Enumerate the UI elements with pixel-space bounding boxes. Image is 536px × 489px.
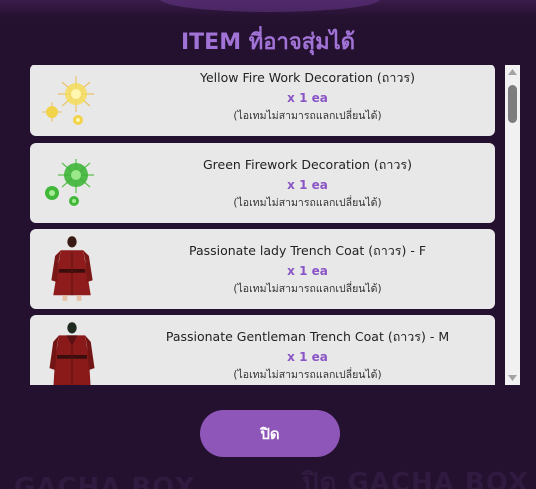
- close-button[interactable]: ปิด: [200, 410, 340, 457]
- scroll-down-arrow-icon[interactable]: [505, 371, 520, 385]
- background-top: [0, 0, 536, 18]
- item-quantity: x 1 ea: [287, 178, 328, 192]
- item-quantity: x 1 ea: [287, 264, 328, 278]
- yellow-firework-icon: [42, 76, 94, 125]
- lady-trench-coat-icon: [51, 236, 93, 301]
- item-note: (ไอเทมไม่สามารถแลกเปลี่ยนได้): [233, 283, 382, 295]
- ghost-text-right: ปิด GACHA BOX: [302, 468, 529, 489]
- scroll-thumb[interactable]: [508, 85, 517, 123]
- list-item: Passionate lady Trench Coat (ถาวร) - F x…: [30, 229, 495, 309]
- item-list[interactable]: Yellow Fire Work Decoration (ถาวร) x 1 e…: [30, 65, 502, 385]
- ghost-text-left: GACHA BOX: [14, 473, 196, 489]
- list-item: Yellow Fire Work Decoration (ถาวร) x 1 e…: [30, 65, 495, 136]
- gentleman-trench-coat-icon: [49, 322, 95, 385]
- item-note: (ไอเทมไม่สามารถแลกเปลี่ยนได้): [233, 197, 382, 209]
- item-note: (ไอเทมไม่สามารถแลกเปลี่ยนได้): [233, 369, 382, 381]
- background-glow: [160, 0, 380, 12]
- background-bottom: GACHA BOX ปิด GACHA BOX: [0, 461, 536, 489]
- modal-title: ITEM ที่อาจสุ่มได้: [180, 30, 355, 55]
- item-note: (ไอเทมไม่สามารถแลกเปลี่ยนได้): [233, 110, 382, 122]
- item-name: Green Firework Decoration (ถาวร): [203, 157, 412, 172]
- item-name: Passionate Gentleman Trench Coat (ถาวร) …: [165, 329, 450, 344]
- scrollbar[interactable]: [505, 65, 520, 385]
- list-item: Passionate Gentleman Trench Coat (ถาวร) …: [30, 315, 495, 385]
- item-name: Passionate lady Trench Coat (ถาวร) - F: [188, 243, 427, 258]
- item-quantity: x 1 ea: [287, 350, 328, 364]
- scroll-up-arrow-icon[interactable]: [505, 65, 520, 79]
- item-quantity: x 1 ea: [287, 91, 328, 105]
- item-name: Yellow Fire Work Decoration (ถาวร): [200, 70, 415, 85]
- list-item: Green Firework Decoration (ถาวร) x 1 ea …: [30, 143, 495, 223]
- green-firework-icon: [45, 159, 94, 206]
